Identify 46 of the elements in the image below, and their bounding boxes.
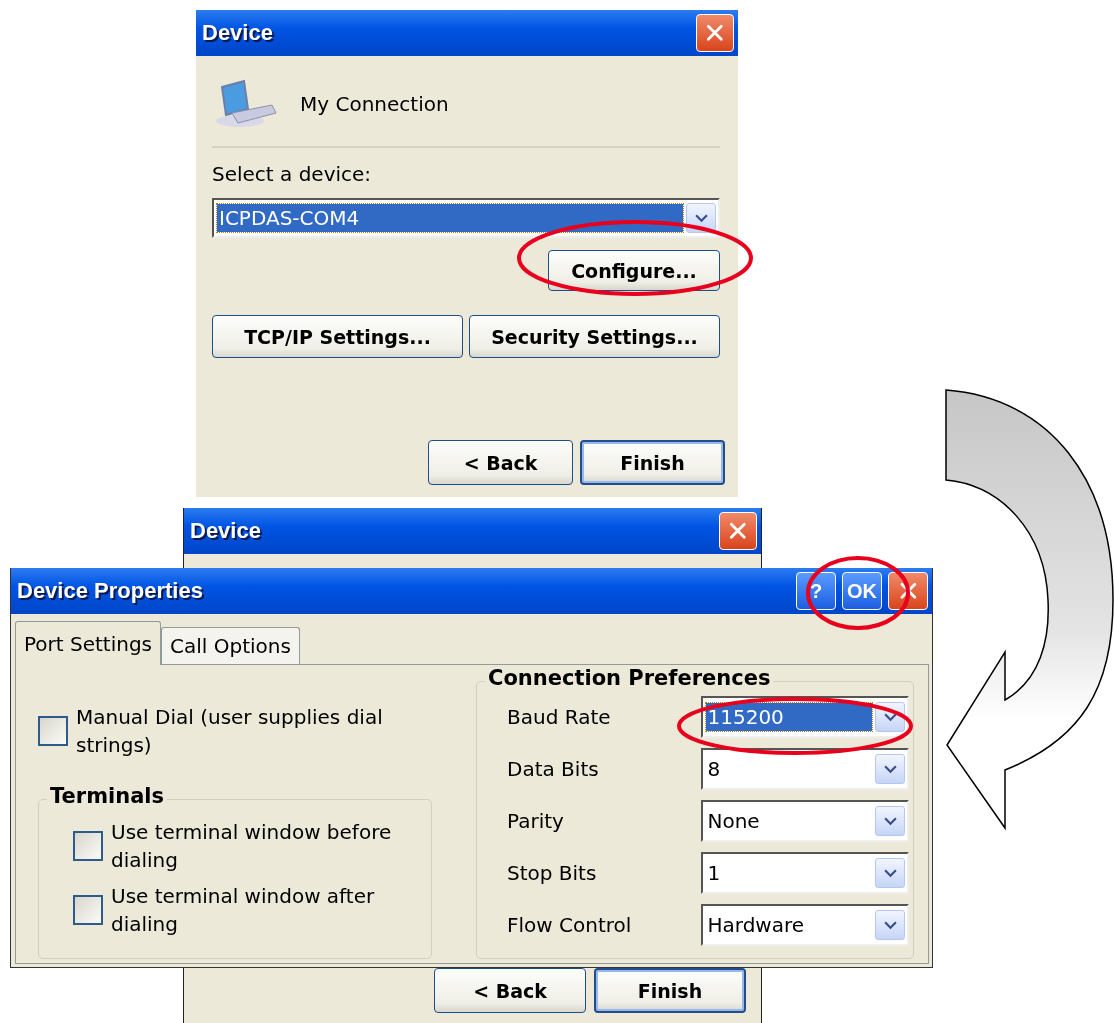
field-label: Baud Rate — [507, 705, 612, 729]
chevron-down-icon — [883, 712, 897, 722]
checkbox[interactable] — [73, 831, 103, 861]
dropdown-arrow-button[interactable] — [875, 910, 905, 940]
finish-button[interactable]: Finish — [580, 440, 725, 485]
chevron-down-icon — [883, 868, 897, 878]
dropdown[interactable]: Hardware — [700, 904, 909, 946]
tab[interactable]: Call Options — [161, 627, 300, 664]
tab[interactable]: Port Settings — [15, 621, 162, 665]
chevron-down-icon — [883, 920, 897, 930]
settings-button[interactable]: TCP/IP Settings... — [212, 315, 463, 358]
field-label: Data Bits — [507, 757, 600, 781]
dropdown-arrow-button[interactable] — [875, 754, 905, 784]
window-title: Device Properties — [17, 578, 203, 604]
finish-button[interactable]: Finish — [594, 968, 746, 1013]
window-title: Device — [202, 20, 273, 46]
checkbox[interactable] — [38, 716, 68, 746]
back-button[interactable]: < Back — [428, 440, 573, 485]
checkbox-label: Use terminal window before dialing — [111, 819, 393, 874]
dropdown[interactable]: 8 — [700, 748, 909, 790]
device-dropdown[interactable]: ICPDAS-COM4 — [212, 198, 720, 238]
configure-button[interactable]: Configure... — [548, 250, 720, 291]
close-button[interactable] — [719, 512, 757, 550]
settings-button[interactable]: Security Settings... — [469, 315, 720, 358]
select-device-label: Select a device: — [212, 162, 372, 186]
window-title: Device — [190, 518, 261, 544]
checkbox[interactable] — [73, 895, 103, 925]
dropdown[interactable]: 1 — [700, 852, 909, 894]
field-label: Parity — [507, 809, 565, 833]
close-button[interactable] — [696, 14, 734, 52]
field-label: Stop Bits — [507, 861, 598, 885]
connection-name: My Connection — [300, 92, 449, 116]
chevron-down-icon — [694, 213, 708, 223]
dropdown-arrow-button[interactable] — [875, 858, 905, 888]
chevron-down-icon — [883, 816, 897, 826]
ok-button[interactable]: OK — [842, 572, 882, 610]
dropdown-arrow-button[interactable] — [875, 806, 905, 836]
back-button[interactable]: < Back — [434, 968, 586, 1013]
close-icon — [727, 520, 749, 542]
dropdown[interactable]: None — [700, 800, 909, 842]
field-label: Flow Control — [507, 913, 633, 937]
checkbox-label: Use terminal window after dialing — [111, 883, 376, 938]
chevron-down-icon — [883, 764, 897, 774]
dropdown[interactable]: 115200 — [700, 696, 909, 738]
checkbox-label: Manual Dial (user supplies dial strings) — [76, 704, 384, 759]
close-icon — [704, 22, 726, 44]
